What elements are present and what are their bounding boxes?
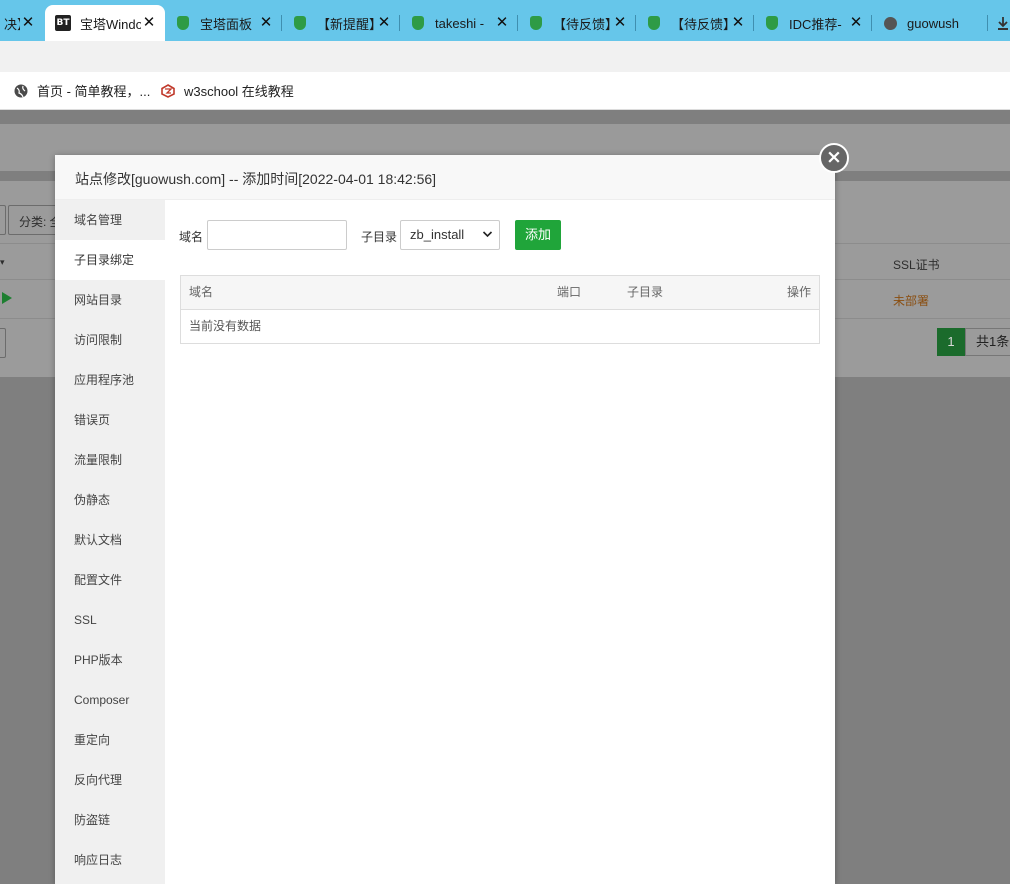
shield-icon: [646, 15, 662, 31]
tab-1[interactable]: BT 宝塔Windo ✕: [45, 5, 165, 41]
page-number-current: 1: [937, 328, 965, 356]
close-tab-icon[interactable]: ✕: [848, 15, 864, 31]
bookmarks-bar: 首页 - 简单教程，... w3school 在线教程: [0, 72, 1010, 110]
column-header-subdir: 子目录: [627, 285, 664, 299]
shield-icon: [528, 15, 544, 31]
sidebar-item-reverse-proxy[interactable]: 反向代理: [55, 760, 165, 800]
close-tab-icon[interactable]: ✕: [20, 15, 36, 31]
sidebar-item-error-page[interactable]: 错误页: [55, 400, 165, 440]
modal-close-button[interactable]: ×: [819, 143, 849, 173]
tab-title: takeshi -: [435, 15, 485, 31]
sidebar-item-config-file[interactable]: 配置文件: [55, 560, 165, 600]
column-header-domain: 域名: [189, 285, 214, 299]
tab-overflow-icon[interactable]: [996, 16, 1010, 30]
modal-title: 站点修改[guowush.com] -- 添加时间[2022-04-01 18:…: [75, 171, 437, 187]
subdir-table: 域名 端口 子目录 操作 当前没有数据: [180, 275, 820, 344]
modal-header: 站点修改[guowush.com] -- 添加时间[2022-04-01 18:…: [55, 155, 835, 200]
column-header-port: 端口: [557, 285, 582, 299]
tab-8[interactable]: guowush: [872, 5, 988, 41]
tab-title: 宝塔面板: [200, 16, 253, 32]
tab-title: 决】: [4, 16, 20, 32]
column-header-actions: 操作: [786, 285, 811, 299]
subdir-select[interactable]: zb_install: [400, 220, 500, 250]
close-tab-icon[interactable]: ✕: [258, 15, 274, 31]
tab-title: 【待反馈】: [671, 16, 730, 32]
bt-logo-icon: BT: [55, 15, 71, 31]
w3school-icon: [161, 83, 175, 98]
close-tab-icon[interactable]: ✕: [494, 15, 510, 31]
ssl-status: 未部署: [893, 294, 930, 308]
tab-0[interactable]: 决】 ✕: [0, 5, 44, 41]
bookmark-w3school[interactable]: w3school 在线教程: [161, 72, 294, 109]
globe-icon: [14, 84, 28, 97]
table-empty-row: 当前没有数据: [189, 319, 262, 333]
tab-strip: 决】 ✕ BT 宝塔Windo ✕ 宝塔面板 ✕ 【新提醒】 ✕ takeshi…: [0, 0, 1010, 41]
play-icon: [2, 292, 12, 304]
domain-input[interactable]: [207, 220, 347, 250]
tab-title: guowush: [907, 15, 960, 31]
modal-sidebar: 域名管理 子目录绑定 网站目录 访问限制 应用程序池 错误页 流量限制 伪静态 …: [55, 200, 165, 884]
subdir-label: 子目录: [361, 230, 398, 244]
table-header: 域名 端口 子目录 操作: [181, 276, 819, 310]
sidebar-item-redirect[interactable]: 重定向: [55, 720, 165, 760]
bookmark-label: w3school 在线教程: [184, 84, 294, 99]
sidebar-item-domain[interactable]: 域名管理: [55, 200, 165, 240]
shield-icon: [292, 15, 308, 31]
tab-4[interactable]: takeshi - ✕: [400, 5, 518, 41]
close-tab-icon[interactable]: ✕: [141, 15, 157, 31]
tab-3[interactable]: 【新提醒】 ✕: [282, 5, 400, 41]
tab-7[interactable]: IDC推荐- ✕: [754, 5, 872, 41]
page-total: 共1条: [965, 328, 1010, 356]
sidebar-item-site-dir[interactable]: 网站目录: [55, 280, 165, 320]
chevron-down-icon: ▾: [0, 257, 5, 267]
tab-title: 宝塔Windo: [80, 16, 141, 32]
browser-toolbar: [0, 41, 1010, 72]
bookmark-label: 首页 - 简单教程，...: [37, 84, 151, 99]
add-button[interactable]: 添加: [515, 220, 561, 250]
sidebar-item-hotlink[interactable]: 防盗链: [55, 800, 165, 840]
bookmark-jiandan[interactable]: 首页 - 简单教程，...: [14, 72, 150, 109]
globe-icon: [882, 15, 898, 31]
chevron-down-icon: [482, 221, 493, 260]
sidebar-item-subdir-binding[interactable]: 子目录绑定: [55, 240, 165, 280]
tab-title: 【新提醒】: [317, 16, 376, 32]
shield-icon: [764, 15, 780, 31]
close-tab-icon[interactable]: ✕: [730, 15, 746, 31]
sidebar-item-app-pool[interactable]: 应用程序池: [55, 360, 165, 400]
subdir-binding-panel: 域名 子目录 zb_install 添加 域名 端口 子目录 操作 当前没有数据: [165, 200, 835, 884]
close-tab-icon[interactable]: ✕: [376, 15, 392, 31]
site-edit-modal: 站点修改[guowush.com] -- 添加时间[2022-04-01 18:…: [55, 155, 835, 884]
domain-label: 域名: [179, 230, 204, 244]
sidebar-item-rewrite[interactable]: 伪静态: [55, 480, 165, 520]
shield-icon: [175, 15, 191, 31]
tab-title: IDC推荐-: [789, 16, 842, 32]
sidebar-item-access-limit[interactable]: 访问限制: [55, 320, 165, 360]
sidebar-item-default-doc[interactable]: 默认文档: [55, 520, 165, 560]
tab-2[interactable]: 宝塔面板 ✕: [165, 5, 282, 41]
sidebar-item-response-log[interactable]: 响应日志: [55, 840, 165, 880]
close-tab-icon[interactable]: ✕: [612, 15, 628, 31]
sidebar-item-ssl[interactable]: SSL: [55, 600, 165, 640]
backdrop-button: [0, 205, 6, 235]
sidebar-item-composer[interactable]: Composer: [55, 680, 165, 720]
sidebar-item-traffic-limit[interactable]: 流量限制: [55, 440, 165, 480]
tab-title: 【待反馈】: [553, 16, 612, 32]
tab-6[interactable]: 【待反馈】 ✕: [636, 5, 754, 41]
tab-5[interactable]: 【待反馈】 ✕: [518, 5, 636, 41]
shield-icon: [410, 15, 426, 31]
subdir-selected-value: zb_install: [410, 227, 465, 242]
ssl-header: SSL证书: [893, 258, 940, 272]
backdrop-button: [0, 328, 6, 358]
sidebar-item-php-version[interactable]: PHP版本: [55, 640, 165, 680]
